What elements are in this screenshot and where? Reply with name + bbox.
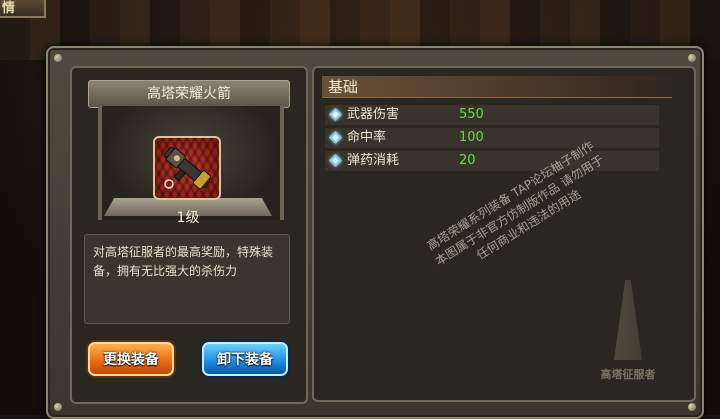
rivet-decoration xyxy=(54,54,62,62)
stat-row-damage: 武器伤害 550 xyxy=(325,105,659,125)
rocket-launcher-icon[interactable] xyxy=(153,136,221,200)
rivet-decoration xyxy=(54,403,62,411)
stat-label: 武器伤害 xyxy=(347,107,400,122)
item-description: 对高塔征服者的最高奖励，特殊装备，拥有无比强大的杀伤力 xyxy=(84,234,290,324)
tower-logo: 高塔征服者 xyxy=(588,280,668,390)
item-level: 1级 xyxy=(176,210,200,226)
diamond-bullet-icon xyxy=(329,131,342,144)
stat-value: 20 xyxy=(459,153,476,168)
rivet-decoration xyxy=(688,403,696,411)
stats-section-title: 基础 xyxy=(322,76,672,98)
diamond-bullet-icon xyxy=(329,154,342,167)
rivet-decoration xyxy=(688,54,696,62)
stat-value: 550 xyxy=(459,107,484,122)
diamond-bullet-icon xyxy=(329,108,342,121)
unequip-button[interactable]: 卸下装备 xyxy=(202,342,288,376)
logo-text: 高塔征服者 xyxy=(600,368,656,381)
stat-label: 弹药消耗 xyxy=(347,153,400,168)
tower-icon xyxy=(614,280,642,360)
stat-value: 100 xyxy=(459,130,484,145)
window-title: 情 xyxy=(0,0,46,18)
item-name: 高塔荣耀火箭 xyxy=(88,80,290,108)
replace-equipment-button[interactable]: 更换装备 xyxy=(88,342,174,376)
stat-label: 命中率 xyxy=(347,130,387,145)
